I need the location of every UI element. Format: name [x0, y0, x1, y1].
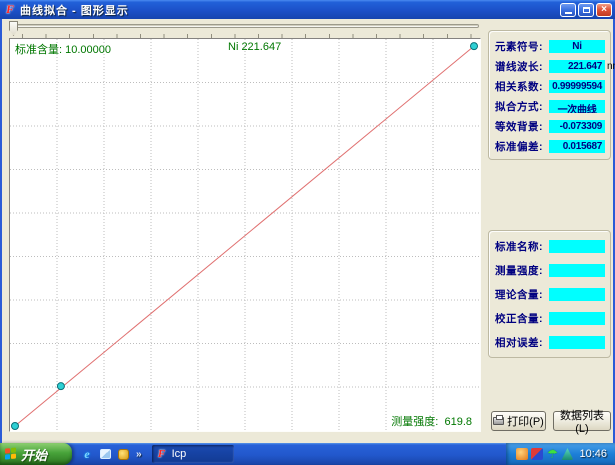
field-value	[549, 240, 605, 253]
field-row: 校正含量:	[495, 311, 605, 326]
chart-plot-area[interactable]	[10, 39, 480, 431]
field-row: 理论含量:	[495, 287, 605, 302]
taskbar-item-icp[interactable]: F Icp	[152, 445, 234, 463]
taskbar: 开始 e » F Icp ☂ 10:46	[0, 443, 615, 465]
data-point[interactable]	[57, 383, 64, 390]
data-list-button[interactable]: 数据列表(L)	[553, 411, 611, 431]
printer-icon	[493, 417, 504, 425]
field-row: 元素符号:Ni	[495, 39, 605, 54]
start-label: 开始	[21, 445, 47, 464]
restore-icon	[583, 7, 590, 13]
field-label: 相关系数:	[495, 79, 549, 94]
field-value: 221.647	[549, 60, 605, 73]
field-value: Ni	[549, 40, 605, 53]
field-value: -0.073309	[549, 120, 605, 133]
security-shield-icon[interactable]	[116, 447, 130, 461]
app-icon: F	[3, 3, 17, 17]
taskbar-clock[interactable]: 10:46	[579, 448, 607, 460]
chart-annotation-element-line: Ni 221.647	[228, 41, 281, 53]
field-value	[549, 336, 605, 349]
show-desktop-icon[interactable]	[98, 447, 112, 461]
restore-button[interactable]	[578, 3, 594, 17]
tray-icon-1[interactable]	[516, 448, 528, 460]
slider-track[interactable]	[10, 24, 479, 28]
field-label: 理论含量:	[495, 287, 549, 302]
field-row: 相对误差:	[495, 335, 605, 350]
system-tray: ☂ 10:46	[506, 443, 615, 465]
sample-fields-group: 标准名称: 测量强度: 理论含量: 校正含量: 相对误差:	[488, 230, 611, 358]
print-button[interactable]: 打印(P)	[491, 411, 546, 431]
close-button[interactable]: ×	[596, 3, 612, 17]
quicklaunch-overflow-chevron[interactable]: »	[136, 449, 142, 460]
icp-app-icon: F	[156, 448, 168, 460]
field-row: 等效背景:-0.073309	[495, 119, 605, 134]
field-value	[549, 264, 605, 277]
tray-icon-2[interactable]	[531, 448, 543, 460]
field-label: 测量强度:	[495, 263, 549, 278]
field-row: 拟合方式:一次曲线	[495, 99, 605, 114]
ie-icon[interactable]: e	[80, 447, 94, 461]
data-point[interactable]	[12, 423, 19, 430]
windows-logo-icon	[5, 447, 17, 460]
field-label: 校正含量:	[495, 311, 549, 326]
field-row: 标准名称:	[495, 239, 605, 254]
field-row: 标准偏差:0.015687	[495, 139, 605, 154]
field-value: 一次曲线	[549, 100, 605, 113]
field-row: 谱线波长:221.647nm	[495, 59, 605, 74]
field-unit: nm	[607, 61, 615, 72]
field-label: 元素符号:	[495, 39, 549, 54]
field-value	[549, 288, 605, 301]
field-label: 标准名称:	[495, 239, 549, 254]
field-label: 标准偏差:	[495, 139, 549, 154]
fit-results-group: 元素符号:Ni谱线波长:221.647nm相关系数:0.99999594拟合方式…	[488, 30, 611, 160]
results-panel: 元素符号:Ni谱线波长:221.647nm相关系数:0.99999594拟合方式…	[486, 19, 613, 440]
calibration-chart[interactable]: 标准含量: 10.00000 Ni 221.647 测量强度: 619.8	[9, 38, 481, 432]
field-value	[549, 312, 605, 325]
data-point[interactable]	[471, 43, 478, 50]
quick-launch-bar: e »	[80, 447, 142, 461]
field-label: 等效背景:	[495, 119, 549, 134]
minimize-button[interactable]	[560, 3, 576, 17]
tray-icon-4[interactable]	[561, 448, 573, 460]
field-label: 拟合方式:	[495, 99, 549, 114]
chart-zoom-slider[interactable]	[8, 21, 481, 38]
field-value: 0.015687	[549, 140, 605, 153]
chart-annotation-standard-content: 标准含量: 10.00000	[15, 41, 111, 57]
taskbar-item-label: Icp	[172, 448, 187, 460]
slider-thumb[interactable]	[9, 21, 18, 36]
field-label: 谱线波长:	[495, 59, 549, 74]
desktop-screen: F 曲线拟合 - 图形显示 × 标准含量: 10.00000 Ni 221.64…	[0, 0, 615, 465]
chart-annotation-measured-intensity: 测量强度: 619.8	[391, 413, 472, 429]
app-window: F 曲线拟合 - 图形显示 × 标准含量: 10.00000 Ni 221.64…	[0, 0, 615, 443]
field-value: 0.99999594	[549, 80, 605, 93]
field-label: 相对误差:	[495, 335, 549, 350]
tray-umbrella-icon[interactable]: ☂	[546, 448, 558, 460]
minimize-icon	[565, 12, 572, 14]
window-title: 曲线拟合 - 图形显示	[20, 2, 129, 18]
field-row: 相关系数:0.99999594	[495, 79, 605, 94]
field-row: 测量强度:	[495, 263, 605, 278]
title-bar[interactable]: F 曲线拟合 - 图形显示 ×	[0, 0, 615, 19]
start-button[interactable]: 开始	[0, 443, 72, 465]
